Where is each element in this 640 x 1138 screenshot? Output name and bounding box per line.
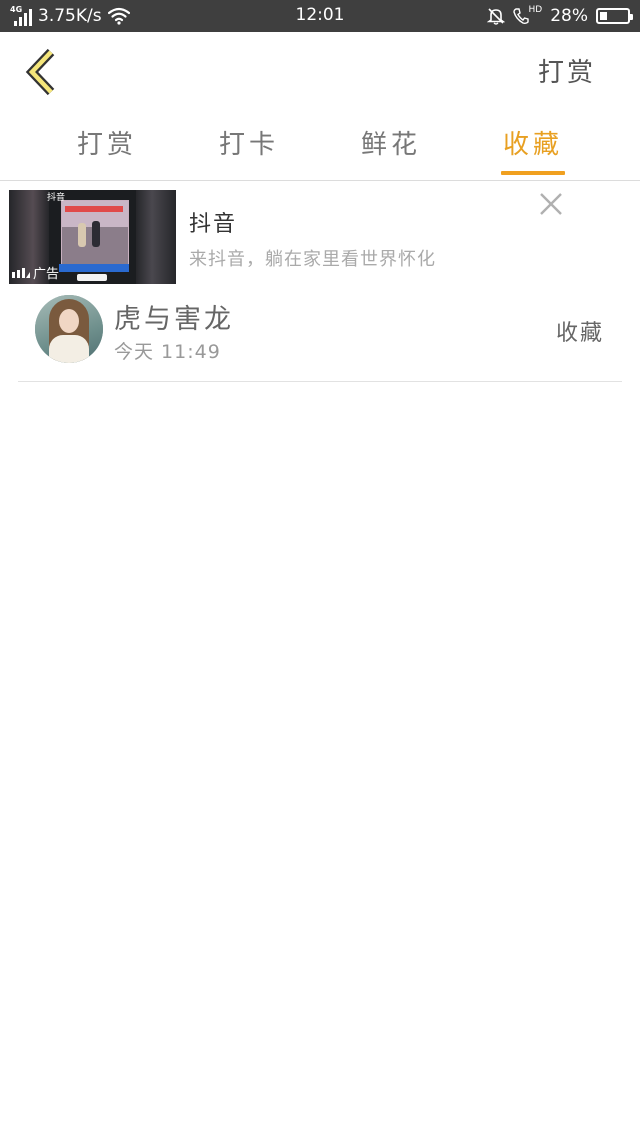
status-bar: 4G 3.75K/s 12:01 HD 28% — [0, 0, 640, 32]
ad-thumbnail[interactable]: 抖音 广告 — [9, 190, 176, 284]
item-action-label: 收藏 — [555, 321, 604, 346]
tab-favorites[interactable]: 收藏 — [488, 124, 578, 161]
item-timestamp: 今天 11:49 — [114, 341, 221, 363]
tab-bar: 打赏 打卡 鲜花 收藏 — [0, 110, 640, 180]
ad-thumb-brand: 抖音 — [47, 193, 66, 203]
top-nav: 打赏 — [0, 32, 640, 110]
battery-icon — [596, 8, 633, 24]
tab-reward[interactable]: 打赏 — [62, 124, 152, 161]
close-icon — [540, 193, 562, 215]
header-reward-button[interactable]: 打赏 — [538, 52, 596, 89]
tab-flowers[interactable]: 鲜花 — [346, 124, 436, 161]
ad-subtitle: 来抖音，躺在家里看世界怀化 — [189, 249, 436, 270]
list-divider — [18, 381, 622, 382]
chevron-left-icon — [25, 48, 55, 96]
ad-title: 抖音 — [189, 212, 238, 237]
avatar[interactable] — [35, 295, 103, 363]
hd-label: HD — [528, 5, 543, 15]
ad-badge-label: 广告 — [33, 267, 60, 282]
bell-muted-icon — [486, 8, 505, 25]
list-item[interactable]: 虎与害龙 今天 11:49 收藏 — [18, 285, 622, 381]
tab-checkin[interactable]: 打卡 — [204, 124, 294, 161]
ad-mark-icon — [12, 267, 30, 278]
battery-percent: 28% — [550, 6, 588, 26]
ad-close-button[interactable] — [536, 189, 566, 219]
hd-call-icon: HD — [512, 5, 543, 25]
status-right: HD 28% — [486, 5, 633, 27]
ad-banner[interactable]: 抖音 广告 抖音 来抖音，躺在家里看世界怀化 — [0, 181, 640, 285]
back-button[interactable] — [20, 44, 68, 100]
item-username: 虎与害龙 — [114, 304, 234, 335]
active-tab-indicator — [501, 171, 565, 175]
ad-badge: 广告 — [11, 263, 59, 282]
